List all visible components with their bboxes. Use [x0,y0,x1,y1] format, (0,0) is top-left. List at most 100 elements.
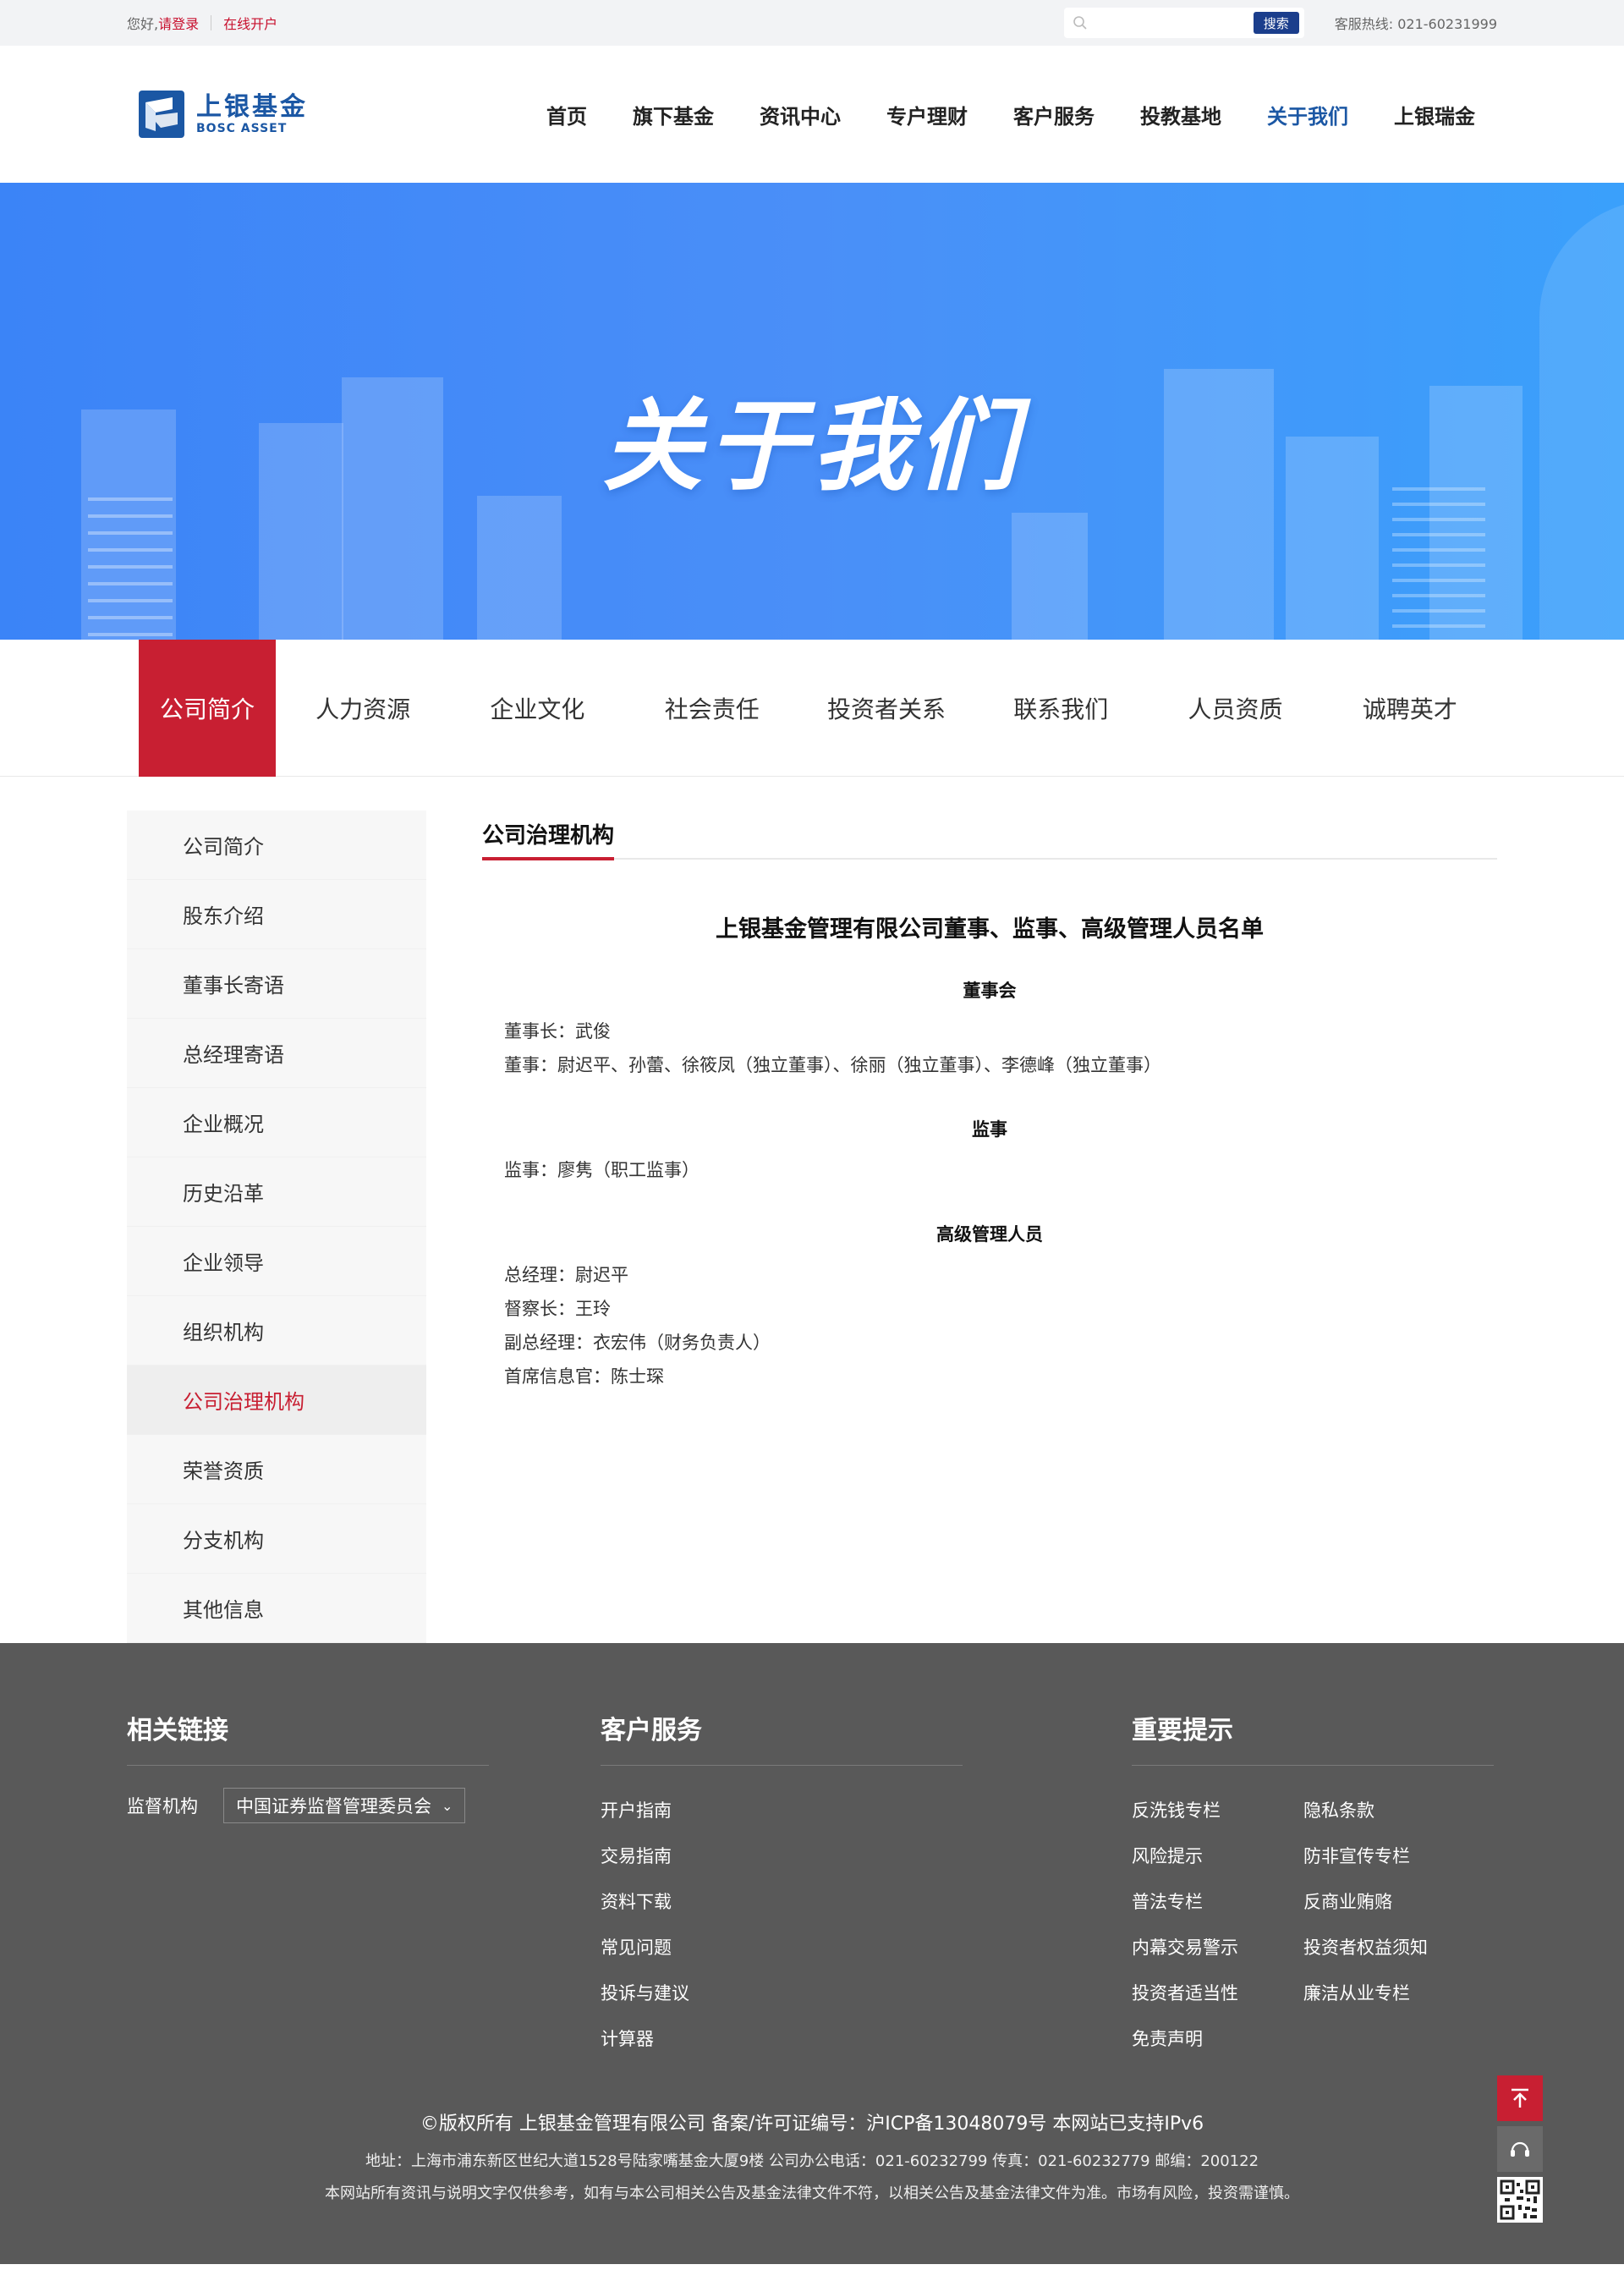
document-title: 上银基金管理有限公司董事、监事、高级管理人员名单 [716,916,1264,943]
tab-staff-qualifications[interactable]: 人员资质 [1148,640,1322,777]
section-tabs: 公司简介 人力资源 企业文化 社会责任 投资者关系 联系我们 人员资质 诚聘英才 [0,640,1624,777]
content-header: 公司治理机构 [482,811,1497,860]
main-nav: 首页 旗下基金 资讯中心 专户理财 客户服务 投教基地 关于我们 上银瑞金 [501,100,1475,129]
chevron-down-icon: ⌄ [442,1797,453,1814]
footer-links-title: 相关链接 [127,1709,489,1766]
footer-link-aml[interactable]: 反洗钱专栏 [1132,1788,1303,1833]
sidebar-item-chairman-message[interactable]: 董事长寄语 [127,949,426,1019]
search-input[interactable] [1092,16,1254,30]
chairman-line: 董事长：武俊 [504,1021,611,1042]
footer-link-suitability[interactable]: 投资者适当性 [1132,1970,1303,2016]
footer-link-anti-fraud[interactable]: 防非宣传专栏 [1303,1833,1475,1879]
main-content-area: 公司简介 股东介绍 董事长寄语 总经理寄语 企业概况 历史沿革 企业领导 组织机… [0,777,1624,1643]
building-graphic [1012,513,1088,640]
nav-news[interactable]: 资讯中心 [760,100,841,129]
supervisor-heading: 监事 [972,1119,1007,1140]
greeting-text: 您好, [127,16,159,32]
sidebar-item-leadership[interactable]: 企业领导 [127,1227,426,1296]
headset-icon [1511,2141,1529,2157]
footer-notice-title: 重要提示 [1132,1709,1494,1766]
nav-investor-education[interactable]: 投教基地 [1140,100,1221,129]
cio-line: 首席信息官：陈士琛 [504,1366,664,1387]
footer-link-downloads[interactable]: 资料下载 [601,1879,963,1925]
sidebar-item-shareholders[interactable]: 股东介绍 [127,880,426,949]
sidebar-item-history[interactable]: 历史沿革 [127,1157,426,1227]
sidebar: 公司简介 股东介绍 董事长寄语 总经理寄语 企业概况 历史沿革 企业领导 组织机… [127,811,426,1643]
sidebar-item-profile[interactable]: 公司简介 [127,811,426,880]
supervisor-line: 监事：廖隽（职工监事） [504,1160,700,1180]
sidebar-item-overview[interactable]: 企业概况 [127,1088,426,1157]
supervisor-label: 监督机构 [127,1796,198,1817]
footer-service-title: 客户服务 [601,1709,963,1766]
nav-special-accounts[interactable]: 专户理财 [886,100,968,129]
building-graphic [88,497,173,640]
article: 公司治理机构 上银基金管理有限公司董事、监事、高级管理人员名单 董事会 董事长：… [482,811,1497,1643]
document-body: 上银基金管理有限公司董事、监事、高级管理人员名单 董事会 董事长：武俊 董事：尉… [482,910,1497,1393]
tab-company-profile[interactable]: 公司简介 [139,640,276,777]
footer-link-disclaimer[interactable]: 免责声明 [1132,2016,1303,2062]
open-account-link[interactable]: 在线开户 [223,13,277,33]
logo-mark-icon [139,91,184,138]
logo[interactable]: 上银基金 BOSC ASSET [139,91,308,138]
search-button[interactable]: 搜索 [1253,12,1299,34]
qr-code-button[interactable] [1497,2177,1543,2223]
footer-link-insider[interactable]: 内幕交易警示 [1132,1925,1303,1970]
footer: 相关链接 监督机构 中国证券监督管理委员会 ⌄ 客户服务 开户指南 交易指南 资… [0,1643,1624,2264]
footer-link-integrity[interactable]: 廉洁从业专栏 [1303,1970,1475,2016]
nav-about-us[interactable]: 关于我们 [1267,100,1348,129]
arrow-up-icon [1512,2088,1528,2108]
tab-social-responsibility[interactable]: 社会责任 [625,640,799,777]
sidebar-item-gm-message[interactable]: 总经理寄语 [127,1019,426,1088]
footer-link-faq[interactable]: 常见问题 [601,1925,963,1970]
tab-investor-relations[interactable]: 投资者关系 [799,640,974,777]
search-box: 搜索 [1063,8,1304,38]
nav-home[interactable]: 首页 [546,100,587,129]
footer-link-complaints[interactable]: 投诉与建议 [601,1970,963,2016]
supervisor-select-value: 中国证券监督管理委员会 [236,1796,431,1817]
tab-culture[interactable]: 企业文化 [450,640,624,777]
executives-heading: 高级管理人员 [936,1224,1043,1245]
login-link[interactable]: 请登录 [158,13,199,33]
gm-line: 总经理：尉迟平 [504,1265,628,1285]
sidebar-item-honors[interactable]: 荣誉资质 [127,1435,426,1504]
back-to-top-button[interactable] [1497,2075,1543,2121]
tab-contact-us[interactable]: 联系我们 [974,640,1148,777]
logo-cn-text: 上银基金 [196,92,308,122]
customer-service-button[interactable] [1497,2126,1543,2172]
disclaimer-text: 本网站所有资讯与说明文字仅供参考，如有与本公司相关公告及基金法律文件不符，以相关… [325,2185,1299,2202]
top-bar: 您好, 请登录 在线开户 搜索 客服热线: 021-60231999 [0,0,1624,46]
footer-bottom: ©版权所有 上银基金管理有限公司 备案/许可证编号：沪ICP备13048079号… [0,2108,1624,2203]
header: 上银基金 BOSC ASSET 首页 旗下基金 资讯中心 专户理财 客户服务 投… [0,46,1624,183]
hotline-text: 客服热线: 021-60231999 [1334,16,1497,32]
sidebar-item-other-info[interactable]: 其他信息 [127,1574,426,1643]
sidebar-item-organization[interactable]: 组织机构 [127,1296,426,1366]
tab-human-resources[interactable]: 人力资源 [276,640,450,777]
nav-customer-service[interactable]: 客户服务 [1013,100,1095,129]
footer-link-legal[interactable]: 普法专栏 [1132,1879,1303,1925]
sidebar-item-branches[interactable]: 分支机构 [127,1504,426,1574]
nav-ruijin[interactable]: 上银瑞金 [1394,100,1475,129]
footer-link-investor-rights[interactable]: 投资者权益须知 [1303,1925,1475,1970]
board-heading: 董事会 [963,981,1017,1001]
account-links: 您好, 请登录 在线开户 [127,13,277,33]
footer-link-privacy[interactable]: 隐私条款 [1303,1788,1475,1833]
banner-title: 关于我们 [601,387,1022,504]
directors-line: 董事：尉迟平、孙蕾、徐筱凤（独立董事）、徐丽（独立董事）、李德峰（独立董事） [504,1055,1161,1075]
logo-en-text: BOSC ASSET [196,122,288,135]
footer-link-anti-bribery[interactable]: 反商业贿赂 [1303,1879,1475,1925]
building-graphic [477,496,562,640]
footer-service-column: 客户服务 开户指南 交易指南 资料下载 常见问题 投诉与建议 计算器 [601,1709,963,2062]
copyright-text: ©版权所有 上银基金管理有限公司 备案/许可证编号：沪ICP备13048079号… [420,2113,1204,2135]
nav-funds[interactable]: 旗下基金 [633,100,714,129]
footer-link-account-guide[interactable]: 开户指南 [601,1788,963,1833]
search-icon [1073,16,1087,30]
page-title: 公司治理机构 [482,811,615,860]
inspector-line: 督察长：王玲 [504,1299,611,1319]
supervisor-select[interactable]: 中国证券监督管理委员会 ⌄ [223,1788,466,1823]
footer-link-risk[interactable]: 风险提示 [1132,1833,1303,1879]
tab-careers[interactable]: 诚聘英才 [1323,640,1497,777]
footer-link-calculator[interactable]: 计算器 [601,2016,963,2062]
footer-links-column: 相关链接 监督机构 中国证券监督管理委员会 ⌄ [127,1709,489,2062]
sidebar-item-governance[interactable]: 公司治理机构 [127,1366,426,1435]
footer-link-trading-guide[interactable]: 交易指南 [601,1833,963,1879]
